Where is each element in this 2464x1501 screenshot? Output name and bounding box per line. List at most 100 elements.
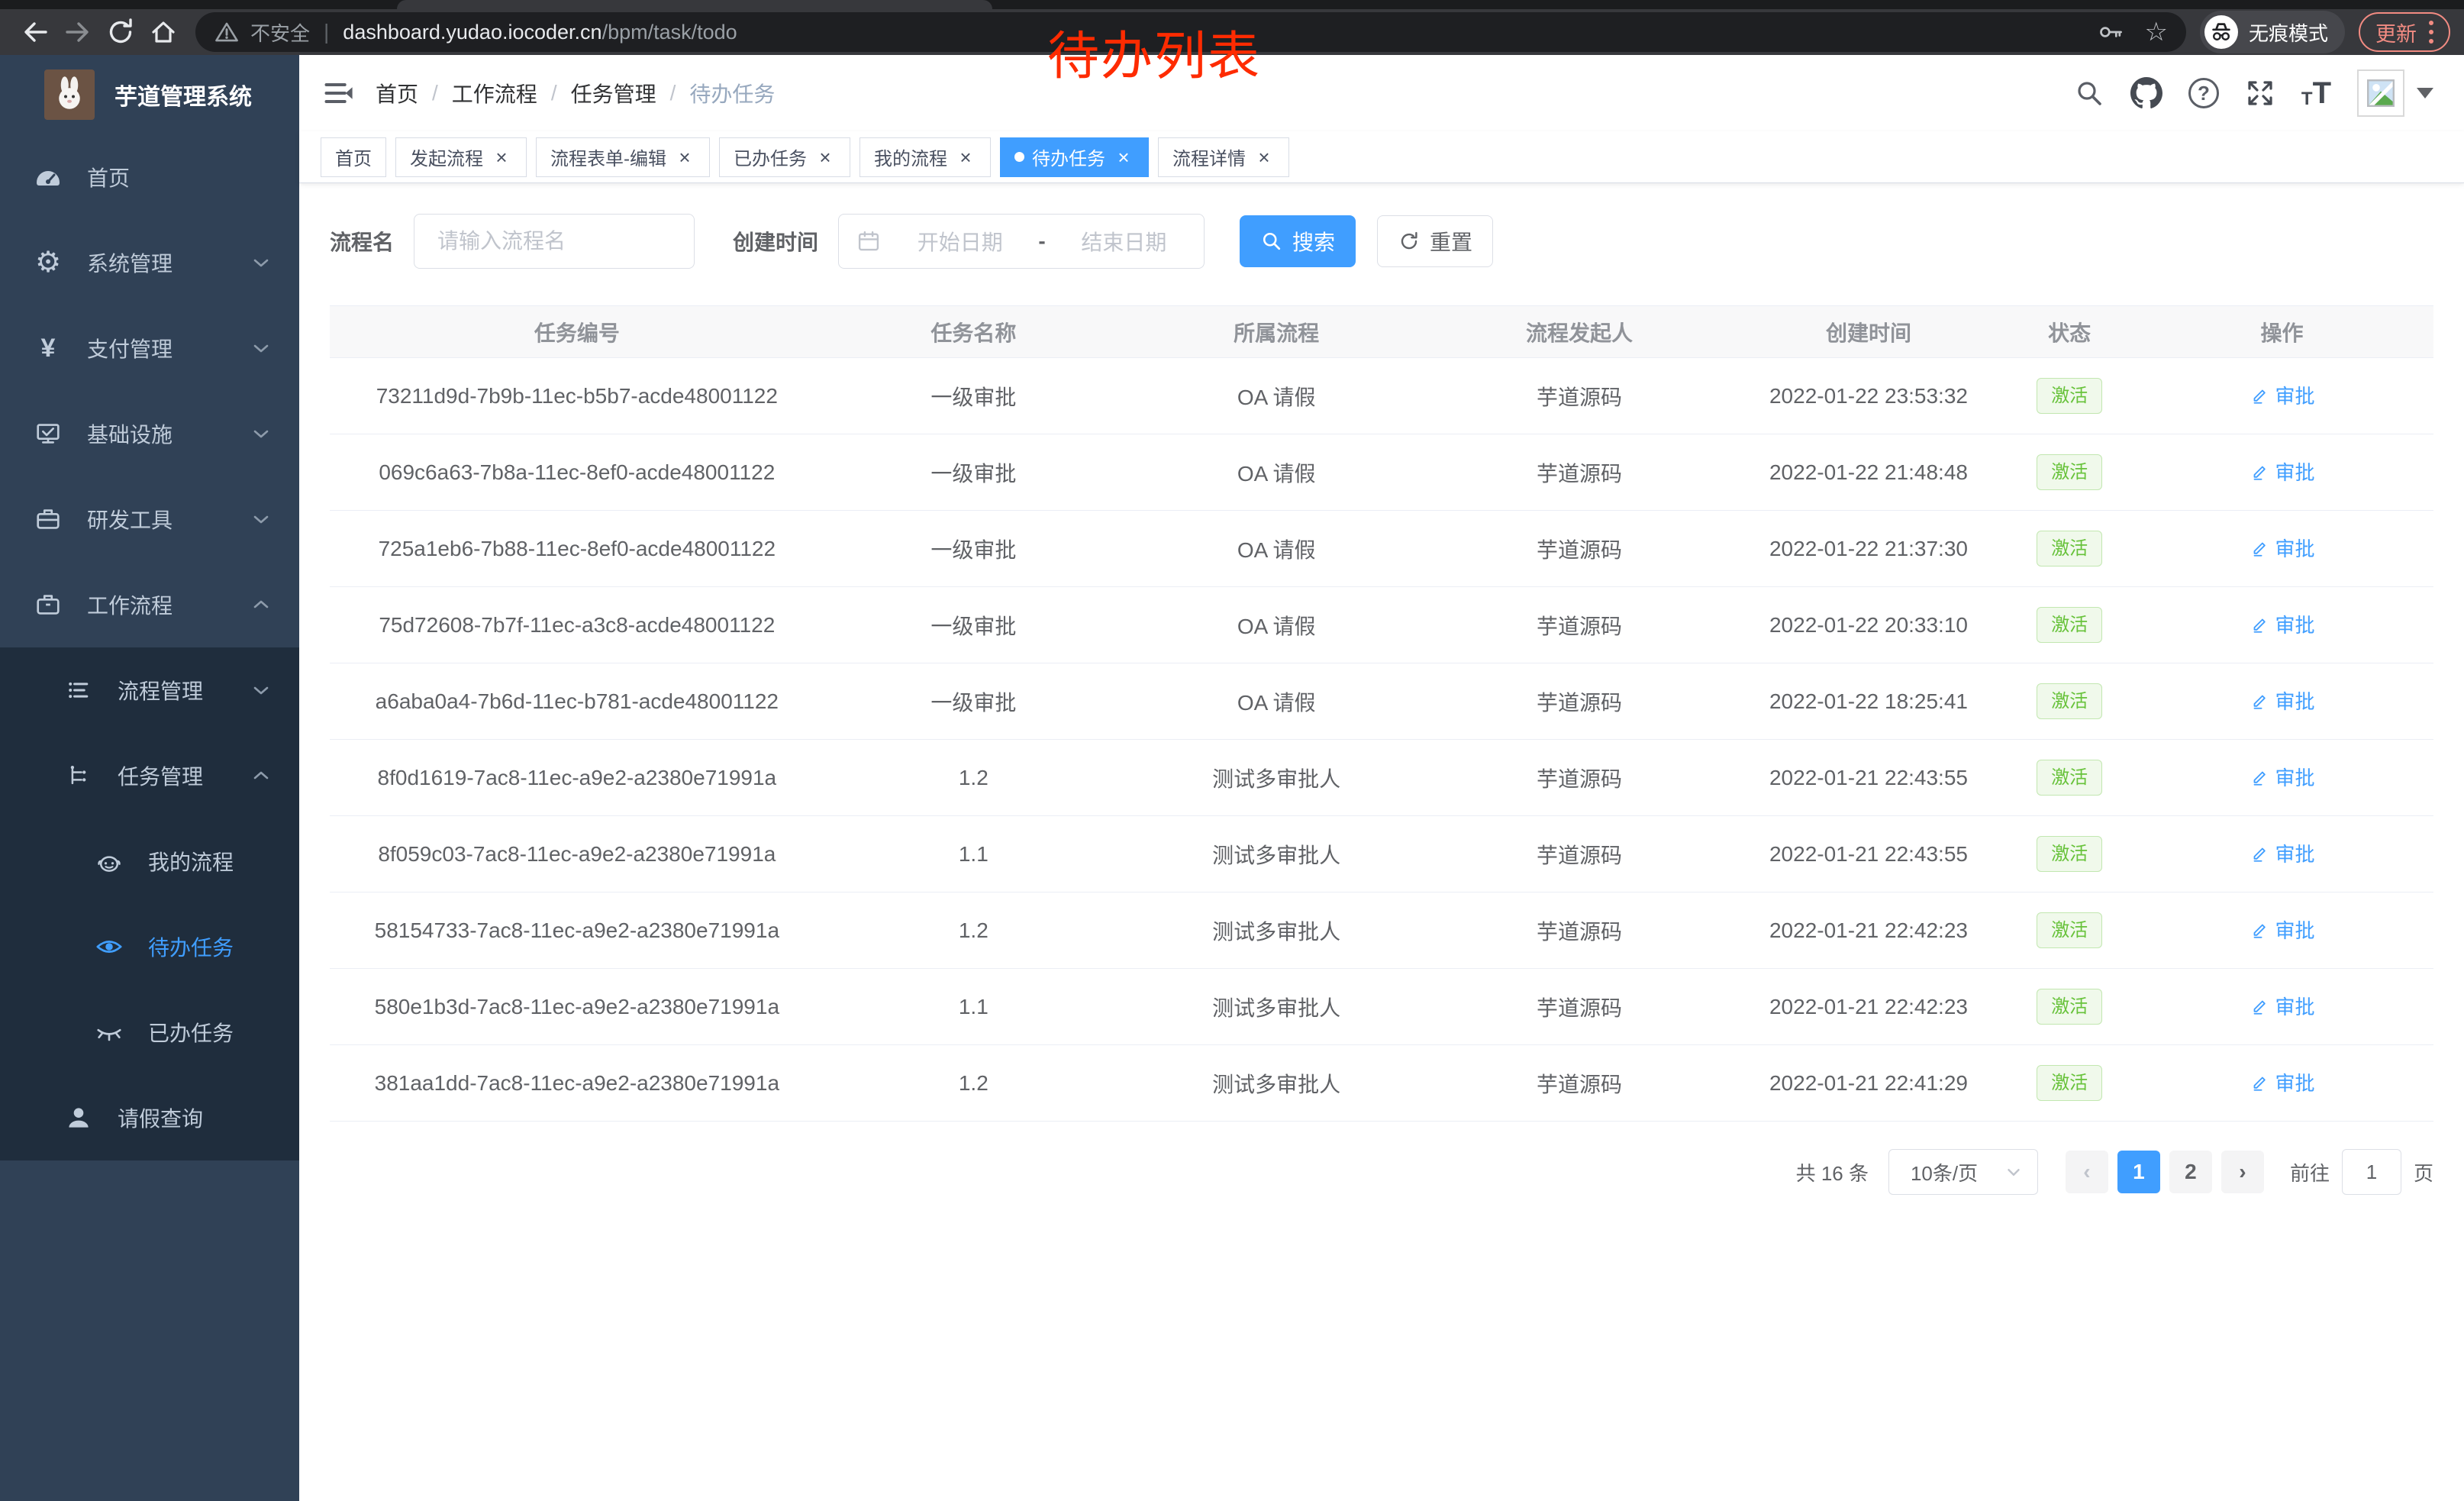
sidebar-item-label: 已办任务 bbox=[148, 1017, 234, 1047]
tab-process-detail[interactable]: 流程详情× bbox=[1158, 137, 1289, 177]
bookmark-star-icon[interactable]: ☆ bbox=[2145, 19, 2168, 45]
tab-todo-tasks[interactable]: 待办任务× bbox=[1000, 137, 1149, 177]
edit-pen-icon bbox=[2250, 691, 2269, 711]
sidebar-item-leave-query[interactable]: 请假查询 bbox=[0, 1075, 299, 1160]
approve-link[interactable]: 审批 bbox=[2250, 839, 2315, 867]
cell-process: 测试多审批人 bbox=[1123, 1045, 1430, 1122]
help-icon[interactable]: ? bbox=[2188, 78, 2219, 108]
reset-button-label: 重置 bbox=[1430, 226, 1472, 257]
prev-page-button[interactable]: ‹ bbox=[2066, 1151, 2108, 1193]
tab-done-tasks[interactable]: 已办任务× bbox=[719, 137, 850, 177]
sidebar-item-process-management[interactable]: 流程管理 bbox=[0, 647, 299, 733]
tab-home[interactable]: 首页 bbox=[321, 137, 386, 177]
end-date-placeholder[interactable]: 结束日期 bbox=[1061, 226, 1187, 257]
next-page-button[interactable]: › bbox=[2221, 1151, 2264, 1193]
column-header-task-name: 任务名称 bbox=[824, 306, 1123, 358]
edit-pen-icon bbox=[2250, 462, 2269, 482]
incognito-icon bbox=[2204, 15, 2238, 49]
forward-button[interactable] bbox=[56, 11, 99, 53]
cell-created: 2022-01-21 22:43:55 bbox=[1729, 740, 2009, 816]
approve-link-label: 审批 bbox=[2275, 686, 2315, 715]
search-button[interactable]: 搜索 bbox=[1240, 215, 1356, 267]
sidebar-item-task-management[interactable]: 任务管理 bbox=[0, 733, 299, 818]
edit-pen-icon bbox=[2250, 386, 2269, 405]
browser-menu-icon[interactable] bbox=[2429, 21, 2433, 44]
approve-link[interactable]: 审批 bbox=[2250, 686, 2315, 715]
browser-active-tab[interactable] bbox=[397, 0, 992, 9]
workflow-submenu: 流程管理 任务管理 我的流程 待办任务 bbox=[0, 647, 299, 1160]
page-button-2[interactable]: 2 bbox=[2169, 1151, 2212, 1193]
cell-process: 测试多审批人 bbox=[1123, 816, 1430, 893]
sidebar-item-system[interactable]: ⚙ 系统管理 bbox=[0, 220, 299, 305]
close-icon[interactable]: × bbox=[674, 147, 695, 168]
close-icon[interactable]: × bbox=[1113, 147, 1134, 168]
sidebar-item-label: 系统管理 bbox=[87, 247, 173, 278]
approve-link[interactable]: 审批 bbox=[2250, 915, 2315, 944]
cell-task-name: 一级审批 bbox=[824, 358, 1123, 434]
sidebar-item-workflow[interactable]: 工作流程 bbox=[0, 562, 299, 647]
close-icon[interactable]: × bbox=[491, 147, 512, 168]
sidebar-item-devtools[interactable]: 研发工具 bbox=[0, 476, 299, 562]
column-header-actions: 操作 bbox=[2130, 306, 2433, 358]
refresh-icon bbox=[1398, 230, 1421, 253]
cell-task-id: 069c6a63-7b8a-11ec-8ef0-acde48001122 bbox=[330, 434, 824, 511]
browser-update-button[interactable]: 更新 bbox=[2359, 12, 2450, 52]
page-button-1[interactable]: 1 bbox=[2117, 1151, 2160, 1193]
font-size-icon[interactable]: TT bbox=[2301, 78, 2331, 108]
breadcrumb-item[interactable]: 任务管理 bbox=[571, 78, 656, 108]
sidebar-item-done-tasks[interactable]: 已办任务 bbox=[0, 989, 299, 1075]
sidebar-item-label: 基础设施 bbox=[87, 418, 173, 449]
approve-link[interactable]: 审批 bbox=[2250, 457, 2315, 486]
approve-link[interactable]: 审批 bbox=[2250, 381, 2315, 409]
approve-link[interactable]: 审批 bbox=[2250, 610, 2315, 638]
tab-my-process[interactable]: 我的流程× bbox=[859, 137, 991, 177]
tags-view-bar: 首页 发起流程× 流程表单-编辑× 已办任务× 我的流程× 待办任务× 流程详情… bbox=[299, 131, 2464, 183]
sidebar-item-infrastructure[interactable]: 基础设施 bbox=[0, 391, 299, 476]
sidebar-item-my-process[interactable]: 我的流程 bbox=[0, 818, 299, 904]
approve-link[interactable]: 审批 bbox=[2250, 992, 2315, 1020]
search-icon[interactable] bbox=[2074, 78, 2104, 108]
sidebar-item-payment[interactable]: ¥ 支付管理 bbox=[0, 305, 299, 391]
close-icon[interactable]: × bbox=[1253, 147, 1275, 168]
list-tree-icon bbox=[61, 676, 96, 704]
reload-button[interactable] bbox=[99, 11, 142, 53]
person-icon bbox=[61, 1104, 96, 1131]
cell-task-name: 一级审批 bbox=[824, 663, 1123, 740]
app-logo[interactable]: 芋道管理系统 bbox=[0, 55, 299, 134]
page-size-select[interactable]: 10条/页 bbox=[1888, 1149, 2038, 1195]
avatar-dropdown-caret[interactable] bbox=[2417, 88, 2433, 98]
goto-label: 前往 bbox=[2290, 1158, 2330, 1186]
range-separator: - bbox=[1038, 229, 1045, 253]
back-button[interactable] bbox=[14, 11, 56, 53]
avatar[interactable] bbox=[2357, 69, 2404, 117]
goto-page-input[interactable] bbox=[2342, 1149, 2401, 1195]
sidebar-toggle-button[interactable] bbox=[321, 75, 357, 111]
table-body: 73211d9d-7b9b-11ec-b5b7-acde48001122 一级审… bbox=[330, 358, 2433, 1122]
home-button[interactable] bbox=[142, 11, 185, 53]
security-label: 不安全 bbox=[250, 18, 310, 47]
close-icon[interactable]: × bbox=[814, 147, 836, 168]
status-badge: 激活 bbox=[2037, 989, 2102, 1025]
url-separator: | bbox=[324, 20, 329, 44]
tab-form-edit[interactable]: 流程表单-编辑× bbox=[536, 137, 710, 177]
approve-link[interactable]: 审批 bbox=[2250, 1068, 2315, 1096]
github-icon[interactable] bbox=[2130, 77, 2162, 109]
chevron-down-icon bbox=[2004, 1162, 2024, 1182]
status-badge: 激活 bbox=[2037, 1065, 2102, 1101]
sidebar-item-home[interactable]: 首页 bbox=[0, 134, 299, 220]
process-name-input[interactable] bbox=[414, 214, 695, 269]
breadcrumb-item[interactable]: 工作流程 bbox=[452, 78, 537, 108]
password-key-icon[interactable] bbox=[2098, 18, 2125, 46]
sidebar-item-todo-tasks[interactable]: 待办任务 bbox=[0, 904, 299, 989]
reset-button[interactable]: 重置 bbox=[1377, 215, 1493, 267]
edit-pen-icon bbox=[2250, 844, 2269, 863]
approve-link[interactable]: 审批 bbox=[2250, 763, 2315, 791]
tab-start-process[interactable]: 发起流程× bbox=[395, 137, 527, 177]
date-range-picker[interactable]: 开始日期 - 结束日期 bbox=[838, 214, 1205, 269]
breadcrumb-item[interactable]: 首页 bbox=[376, 78, 418, 108]
approve-link[interactable]: 审批 bbox=[2250, 534, 2315, 562]
fullscreen-icon[interactable] bbox=[2245, 78, 2275, 108]
start-date-placeholder[interactable]: 开始日期 bbox=[897, 226, 1023, 257]
close-icon[interactable]: × bbox=[955, 147, 976, 168]
chevron-down-icon bbox=[250, 423, 272, 444]
